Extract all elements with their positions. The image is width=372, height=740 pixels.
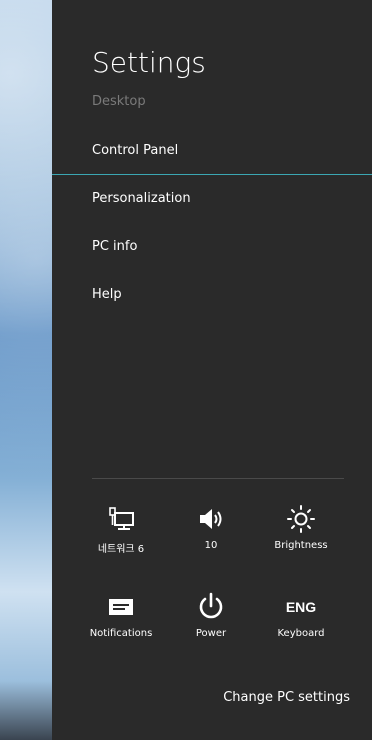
volume-label: 10 bbox=[204, 540, 218, 551]
control-panel-link[interactable]: Control Panel bbox=[92, 143, 178, 158]
desktop-background bbox=[0, 0, 52, 740]
power-tile[interactable]: Power bbox=[166, 592, 256, 652]
keyboard-label: Keyboard bbox=[277, 628, 325, 639]
notifications-label: Notifications bbox=[89, 628, 153, 639]
power-icon bbox=[196, 592, 226, 622]
brightness-tile[interactable]: Brightness bbox=[256, 504, 346, 564]
power-label: Power bbox=[195, 628, 227, 639]
quick-settings-divider bbox=[92, 478, 344, 479]
brightness-icon bbox=[286, 504, 316, 534]
network-label: 네트워크 6 bbox=[97, 544, 145, 555]
volume-tile[interactable]: 10 bbox=[166, 504, 256, 564]
panel-subtitle: Desktop bbox=[92, 94, 146, 109]
notifications-tile[interactable]: Notifications bbox=[76, 592, 166, 652]
pc-info-link[interactable]: PC info bbox=[92, 239, 137, 254]
brightness-label: Brightness bbox=[274, 540, 328, 551]
notifications-icon bbox=[106, 592, 136, 622]
network-tile[interactable]: 네트워크 6 bbox=[76, 504, 166, 564]
keyboard-tile[interactable]: ENG Keyboard bbox=[256, 592, 346, 652]
keyboard-icon: ENG bbox=[286, 592, 316, 622]
volume-icon bbox=[196, 504, 226, 534]
keyboard-language-glyph: ENG bbox=[285, 599, 317, 615]
network-icon bbox=[106, 504, 136, 534]
help-link[interactable]: Help bbox=[92, 287, 122, 302]
settings-charm-panel: Settings Desktop Control Panel Personali… bbox=[52, 0, 372, 740]
personalization-link[interactable]: Personalization bbox=[92, 191, 191, 206]
panel-title: Settings bbox=[92, 46, 206, 79]
accent-divider bbox=[52, 174, 372, 175]
change-pc-settings-link[interactable]: Change PC settings bbox=[223, 690, 350, 705]
